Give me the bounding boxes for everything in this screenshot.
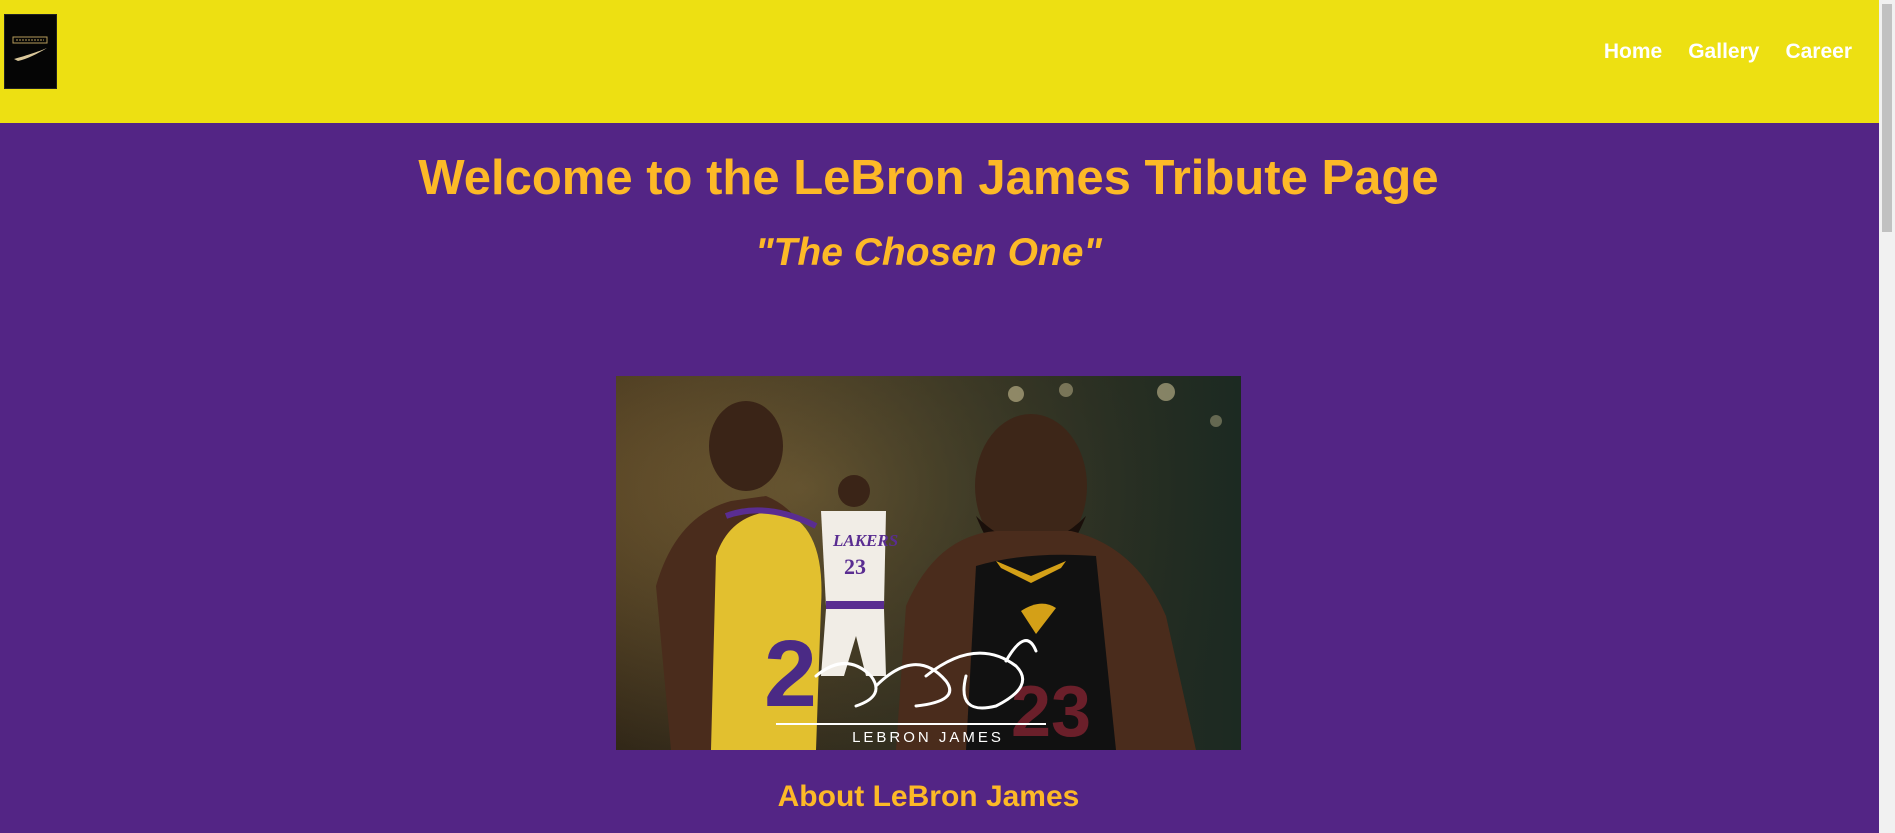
- logo[interactable]: [4, 14, 57, 89]
- vertical-scrollbar[interactable]: [1879, 0, 1895, 833]
- hero-image: 2 LAKERS 23 23 LEBRON JAMES: [616, 376, 1241, 750]
- page-title: Welcome to the LeBron James Tribute Page: [418, 151, 1439, 205]
- page: Home Gallery Career Welcome to the LeBro…: [0, 0, 1895, 833]
- about-heading: About LeBron James: [777, 780, 1080, 813]
- nav-home-link[interactable]: Home: [1604, 40, 1662, 64]
- main-nav: Home Gallery Career: [1604, 40, 1852, 64]
- main-content: Welcome to the LeBron James Tribute Page…: [0, 123, 1879, 833]
- hero-caption: LEBRON JAMES: [852, 729, 1004, 746]
- svg-text:23: 23: [844, 554, 866, 579]
- scrollbar-thumb[interactable]: [1882, 4, 1892, 232]
- lebron-collage-image: 2 LAKERS 23 23 LEBRON JAMES: [616, 376, 1241, 750]
- nike-swoosh-icon: [12, 36, 48, 61]
- site-header: Home Gallery Career: [0, 0, 1879, 123]
- nav-gallery-link[interactable]: Gallery: [1688, 40, 1759, 64]
- svg-text:LAKERS: LAKERS: [832, 531, 898, 550]
- svg-text:2: 2: [764, 621, 817, 727]
- page-subtitle: "The Chosen One": [755, 231, 1102, 274]
- nav-career-link[interactable]: Career: [1785, 40, 1852, 64]
